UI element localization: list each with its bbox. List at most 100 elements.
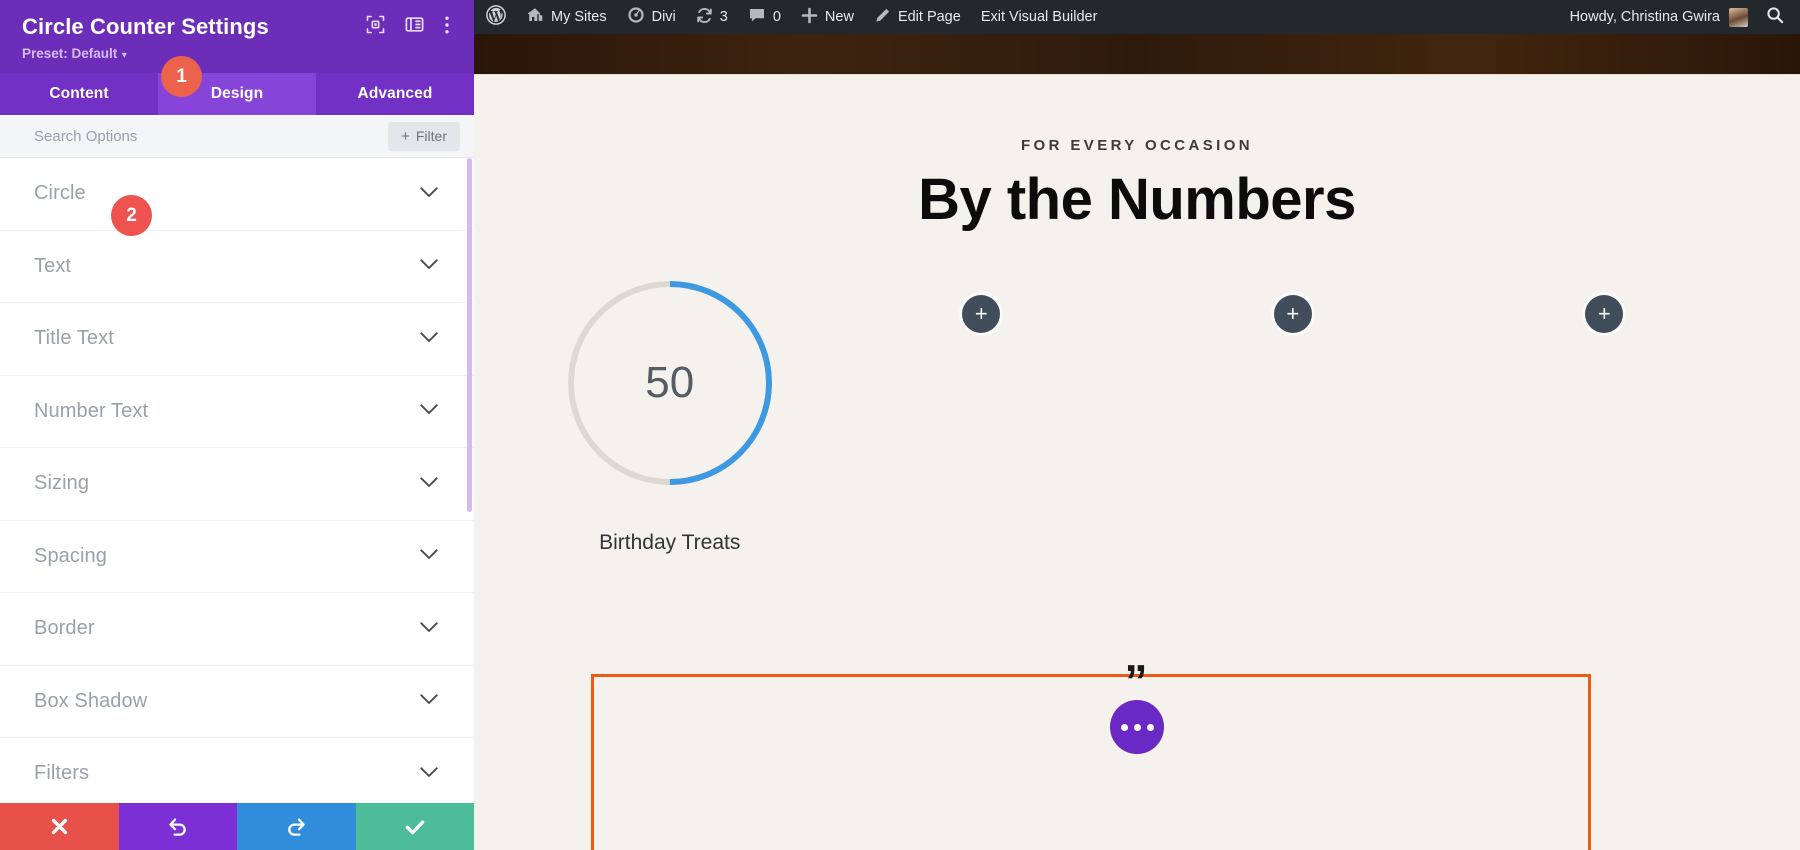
step-badge-1: 1 — [161, 56, 202, 97]
accordion-label: Title Text — [34, 327, 114, 350]
plus-icon: + — [974, 300, 988, 326]
chevron-down-icon — [420, 330, 438, 348]
comment-bubble-icon — [748, 7, 766, 28]
add-module-button-2[interactable]: + — [1273, 294, 1312, 333]
howdy-account-menu[interactable]: Howdy, Christina Gwira — [1560, 7, 1758, 27]
dot-2 — [1133, 723, 1141, 731]
wp-logo[interactable] — [474, 0, 516, 34]
search-icon — [1766, 6, 1784, 28]
preset-label: Preset: Default — [22, 46, 118, 61]
panel-layout-icon[interactable] — [405, 15, 424, 39]
counters-row: 50 Birthday Treats + + + — [474, 277, 1800, 555]
accordion-label: Border — [34, 617, 95, 640]
sites-icon — [526, 6, 544, 28]
search-input[interactable] — [34, 127, 389, 145]
add-module-button-1[interactable]: + — [962, 294, 1001, 333]
accordion-spacing[interactable]: Spacing — [0, 521, 474, 593]
undo-button[interactable] — [118, 803, 237, 850]
eyebrow-text: FOR EVERY OCCASION — [1020, 137, 1254, 154]
plus-icon: + — [401, 127, 410, 145]
updates-icon — [696, 7, 713, 28]
accordion-filters[interactable]: Filters — [0, 738, 474, 803]
save-button[interactable] — [355, 803, 474, 850]
wordpress-logo-icon — [486, 5, 506, 29]
filter-button[interactable]: + Filter — [388, 121, 460, 151]
plus-icon — [801, 7, 818, 28]
panel-title: Circle Counter Settings — [22, 14, 269, 39]
accordion-label: Filters — [34, 762, 90, 785]
accordion-text[interactable]: Text — [0, 231, 474, 303]
focus-target-icon[interactable] — [366, 15, 385, 39]
accordion-label: Sizing — [34, 472, 90, 495]
circle-counter-module[interactable]: 50 Birthday Treats — [514, 277, 826, 555]
divi-label: Divi — [651, 9, 676, 25]
updates[interactable]: 3 — [686, 0, 738, 34]
accordion-label: Spacing — [34, 544, 107, 567]
page-canvas: FOR EVERY OCCASION By the Numbers 50 Bir… — [474, 34, 1800, 850]
preset-row[interactable]: Preset: Default ▾ — [22, 45, 452, 63]
section-settings-button[interactable] — [1110, 700, 1164, 754]
new-label: New — [824, 9, 854, 25]
my-sites[interactable]: My Sites — [516, 0, 617, 34]
accordion-number-text[interactable]: Number Text — [0, 376, 474, 448]
edit-page-label: Edit Page — [897, 9, 961, 25]
accordion-label: Text — [34, 254, 72, 277]
avatar — [1729, 7, 1748, 27]
settings-accordion-list: Circle Text Title Text Number Text Sizin… — [0, 158, 474, 803]
comments[interactable]: 0 — [738, 0, 791, 34]
adminbar-search-button[interactable] — [1758, 6, 1800, 28]
plus-icon: + — [1597, 300, 1611, 326]
panel-header: Circle Counter Settings Preset: Default … — [0, 0, 474, 73]
circle-counter-number: 50 — [645, 357, 695, 407]
panel-scrollbar[interactable] — [467, 158, 472, 803]
accordion-label: Number Text — [34, 399, 149, 422]
filter-button-label: Filter — [415, 128, 447, 144]
chevron-down-icon — [420, 692, 438, 710]
pencil-icon — [874, 7, 891, 28]
circle-counter-graphic: 50 — [564, 277, 776, 489]
chevron-down-icon — [420, 185, 438, 203]
tab-content[interactable]: Content — [0, 73, 158, 115]
highlighted-section-outline[interactable] — [591, 674, 1591, 850]
exit-visual-builder[interactable]: Exit Visual Builder — [971, 0, 1108, 34]
edit-page[interactable]: Edit Page — [864, 0, 971, 34]
chevron-down-icon — [420, 547, 438, 565]
search-options-bar: + Filter — [0, 115, 474, 158]
updates-count: 3 — [719, 9, 728, 25]
screen-root: Circle Counter Settings Preset: Default … — [0, 0, 1800, 850]
exit-visual-builder-label: Exit Visual Builder — [980, 9, 1098, 25]
panel-title-row: Circle Counter Settings — [22, 14, 452, 40]
new-content[interactable]: New — [791, 0, 864, 34]
add-module-button-3[interactable]: + — [1585, 294, 1624, 333]
more-vertical-icon[interactable] — [444, 15, 450, 40]
accordion-title-text[interactable]: Title Text — [0, 303, 474, 376]
panel-tabs: Content Design Advanced — [0, 73, 474, 115]
hero-image-strip — [474, 34, 1800, 74]
panel-scrollbar-thumb[interactable] — [467, 158, 472, 512]
add-module-column-2: + — [1137, 277, 1449, 555]
my-sites-label: My Sites — [551, 9, 607, 25]
tab-advanced[interactable]: Advanced — [316, 73, 474, 115]
dot-3 — [1146, 723, 1154, 731]
divi-gauge-icon — [627, 6, 645, 28]
accordion-border[interactable]: Border — [0, 593, 474, 666]
add-module-column-3: + — [1449, 277, 1761, 555]
accordion-circle[interactable]: Circle — [0, 158, 474, 231]
divi-menu[interactable]: Divi — [617, 0, 686, 34]
plus-icon: + — [1286, 300, 1300, 326]
accordion-label: Circle — [34, 182, 86, 205]
add-module-column-1: + — [826, 277, 1138, 555]
accordion-label: Box Shadow — [34, 689, 148, 712]
discard-button[interactable] — [0, 803, 119, 850]
wp-admin-bar: My Sites Divi 3 0 New Edit Page Exit Vis… — [474, 0, 1800, 34]
comments-count: 0 — [772, 9, 781, 25]
howdy-label: Howdy, Christina Gwira — [1569, 9, 1720, 25]
page-title: By the Numbers — [918, 167, 1356, 232]
accordion-sizing[interactable]: Sizing — [0, 448, 474, 521]
chevron-down-icon — [420, 475, 438, 493]
accordion-box-shadow[interactable]: Box Shadow — [0, 666, 474, 738]
redo-button[interactable] — [237, 803, 356, 850]
chevron-down-icon — [420, 257, 438, 275]
chevron-down-icon — [420, 765, 438, 783]
module-settings-panel: Circle Counter Settings Preset: Default … — [0, 0, 474, 850]
